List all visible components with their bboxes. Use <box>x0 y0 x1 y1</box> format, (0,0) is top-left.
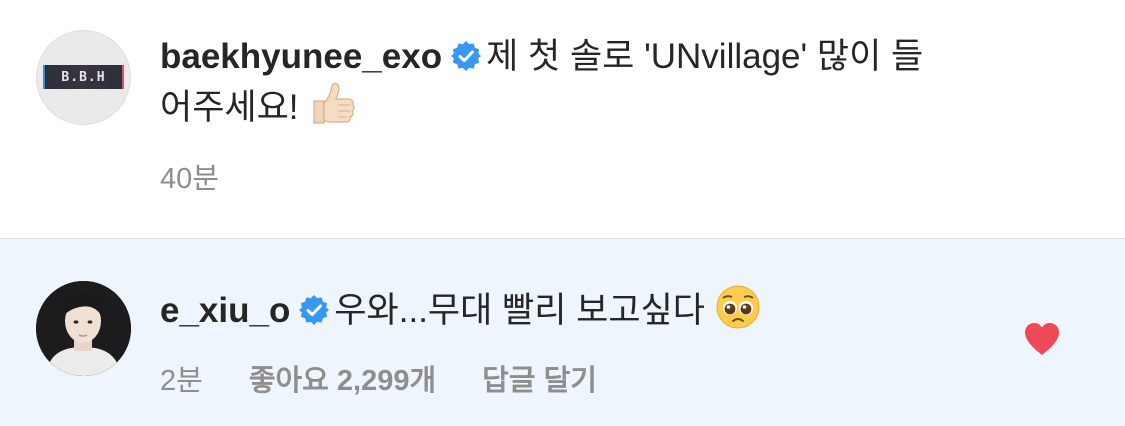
avatar-logo: B.B.H <box>45 65 122 89</box>
reply-text: 우와...무대 빨리 보고싶다 <box>334 291 705 330</box>
avatar-e-xiu-o[interactable] <box>36 281 131 376</box>
comment-text-line1: 제 첫 솔로 'UNvillage' 많이 들 <box>486 37 924 76</box>
comment-line-1: baekhyunee_exo 제 첫 솔로 'UNvillage' 많이 들 <box>160 33 923 81</box>
comment-line-2: 어주세요! <box>160 81 358 132</box>
post-time: 40분 <box>160 163 219 195</box>
reply-time: 2분 <box>160 365 203 397</box>
comment-text-line2: 어주세요! <box>160 88 299 127</box>
heart-icon[interactable] <box>1022 320 1062 358</box>
username[interactable]: baekhyunee_exo <box>160 37 442 76</box>
reply-meta: 2분 좋아요 2,299개 답글 달기 <box>160 357 643 399</box>
thumbs-up-icon <box>313 82 355 124</box>
comment-post: B.B.H baekhyunee_exo 제 첫 솔로 'UNvillage' … <box>0 0 1125 238</box>
profile-photo <box>36 281 131 376</box>
reply-button[interactable]: 답글 달기 <box>482 365 597 397</box>
verified-badge-icon <box>299 295 330 325</box>
reply-comment: e_xiu_o 우와...무대 빨리 보고싶다 2분 좋아요 2,299개 답글 달… <box>0 239 1125 426</box>
avatar-baekhyunee[interactable]: B.B.H <box>36 30 131 125</box>
reply-username[interactable]: e_xiu_o <box>160 291 290 330</box>
like-count[interactable]: 좋아요 2,299개 <box>249 365 436 397</box>
post-meta: 40분 <box>160 155 219 197</box>
reply-line: e_xiu_o 우와...무대 빨리 보고싶다 <box>160 284 761 335</box>
pleading-face-icon <box>716 285 760 329</box>
verified-badge-icon <box>451 41 482 71</box>
